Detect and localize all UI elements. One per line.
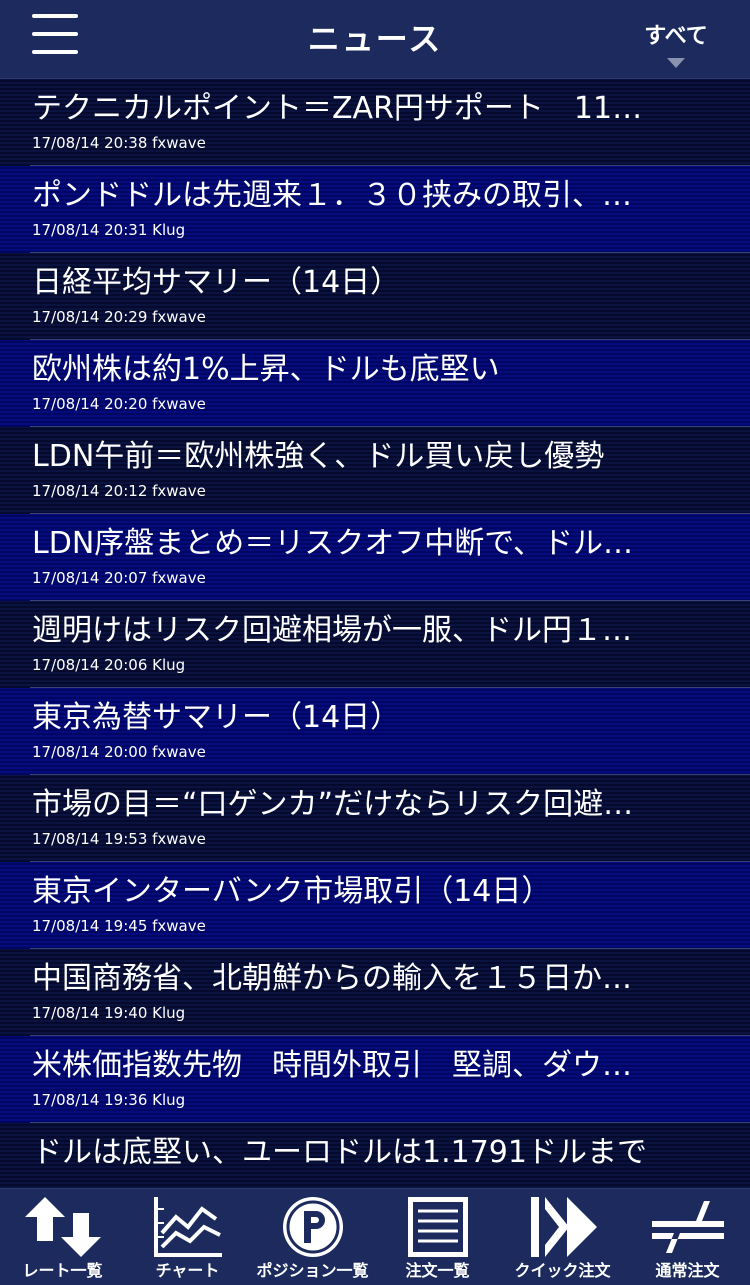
news-title: ドルは底堅い、ユーロドルは1.1791ドルまで [32, 1135, 647, 1170]
news-meta: 17/08/14 19:36 Klug [32, 1091, 186, 1109]
news-item[interactable]: 東京為替サマリー（14日） 17/08/14 20:00 fxwave [0, 688, 750, 775]
filter-label: すべて [644, 24, 708, 49]
news-title: 東京インターバンク市場取引（14日） [32, 874, 552, 909]
news-item[interactable]: 中国商務省、北朝鮮からの輸入を１５日か… 17/08/14 19:40 Klug [0, 949, 750, 1036]
news-list[interactable]: テクニカルポイント＝ZAR円サポート 11… 17/08/14 20:38 fxw… [0, 79, 750, 1188]
news-item[interactable]: 欧州株は約1%上昇、ドルも底堅い 17/08/14 20:20 fxwave [0, 340, 750, 427]
tab-label: レート一覧 [22, 1261, 103, 1280]
news-title: LDN午前＝欧州株強く、ドル買い戻し優勢 [32, 439, 605, 474]
news-title: 市場の目＝“口ゲンカ”だけならリスク回避… [32, 787, 634, 822]
rate-list-arrows-icon [24, 1197, 101, 1257]
news-title: 中国商務省、北朝鮮からの輸入を１５日か… [32, 961, 632, 996]
news-title: 日経平均サマリー（14日） [32, 265, 401, 300]
news-title: テクニカルポイント＝ZAR円サポート 11… [32, 91, 643, 126]
news-title: 東京為替サマリー（14日） [32, 700, 401, 735]
order-list-icon [407, 1197, 468, 1257]
news-meta: 17/08/14 20:00 fxwave [32, 743, 206, 761]
chart-icon [153, 1197, 222, 1257]
news-meta: 17/08/14 20:31 Klug [32, 221, 186, 239]
filter-dropdown[interactable]: すべて [636, 18, 716, 68]
app-header: ニュース すべて [0, 0, 750, 79]
news-item[interactable]: ポンドドルは先週来１．３０挟みの取引、… 17/08/14 20:31 Klug [0, 166, 750, 253]
news-item[interactable]: ドルは底堅い、ユーロドルは1.1791ドルまで [0, 1123, 750, 1188]
news-meta: 17/08/14 19:53 fxwave [32, 830, 206, 848]
tab-position-list[interactable]: ポジション一覧 [250, 1189, 375, 1285]
news-meta: 17/08/14 20:06 Klug [32, 656, 186, 674]
tab-label: クイック注文 [514, 1261, 611, 1280]
news-title: ポンドドルは先週来１．３０挟みの取引、… [32, 178, 632, 213]
tab-chart[interactable]: チャート [125, 1189, 250, 1285]
news-meta: 17/08/14 20:20 fxwave [32, 395, 206, 413]
tab-order-list[interactable]: 注文一覧 [375, 1189, 500, 1285]
news-meta: 17/08/14 20:38 fxwave [32, 134, 206, 152]
news-title: 欧州株は約1%上昇、ドルも底堅い [32, 352, 500, 387]
news-item[interactable]: 米株価指数先物 時間外取引 堅調、ダウ… 17/08/14 19:36 Klug [0, 1036, 750, 1123]
dropdown-arrow-icon [667, 58, 685, 68]
bottom-tab-bar: レート一覧 チャート ポジション一覧 注文一覧 クイック注文 通常注文 [0, 1188, 750, 1285]
news-meta: 17/08/14 20:07 fxwave [32, 569, 206, 587]
tab-label: 通常注文 [655, 1261, 720, 1280]
normal-order-icon [651, 1201, 724, 1253]
position-p-icon [282, 1197, 343, 1257]
news-title: LDN序盤まとめ＝リスクオフ中断で、ドル… [32, 526, 634, 561]
tab-quick-order[interactable]: クイック注文 [500, 1189, 625, 1285]
tab-label: ポジション一覧 [256, 1261, 369, 1280]
news-item[interactable]: 週明けはリスク回避相場が一服、ドル円１… 17/08/14 20:06 Klug [0, 601, 750, 688]
news-item[interactable]: 市場の目＝“口ゲンカ”だけならリスク回避… 17/08/14 19:53 fxwa… [0, 775, 750, 862]
news-meta: 17/08/14 19:40 Klug [32, 1004, 186, 1022]
news-item[interactable]: 東京インターバンク市場取引（14日） 17/08/14 19:45 fxwave [0, 862, 750, 949]
news-item[interactable]: テクニカルポイント＝ZAR円サポート 11… 17/08/14 20:38 fxw… [0, 79, 750, 166]
news-item[interactable]: LDN序盤まとめ＝リスクオフ中断で、ドル… 17/08/14 20:07 fxwa… [0, 514, 750, 601]
news-meta: 17/08/14 20:12 fxwave [32, 482, 206, 500]
news-title: 米株価指数先物 時間外取引 堅調、ダウ… [32, 1048, 632, 1083]
news-title: 週明けはリスク回避相場が一服、ドル円１… [32, 613, 632, 648]
quick-order-icon [530, 1197, 597, 1257]
news-meta: 17/08/14 19:45 fxwave [32, 917, 206, 935]
news-item[interactable]: LDN午前＝欧州株強く、ドル買い戻し優勢 17/08/14 20:12 fxwav… [0, 427, 750, 514]
tab-normal-order[interactable]: 通常注文 [625, 1189, 750, 1285]
news-item[interactable]: 日経平均サマリー（14日） 17/08/14 20:29 fxwave [0, 253, 750, 340]
tab-rate-list[interactable]: レート一覧 [0, 1189, 125, 1285]
tab-label: チャート [155, 1261, 220, 1280]
news-meta: 17/08/14 20:29 fxwave [32, 308, 206, 326]
tab-label: 注文一覧 [405, 1261, 470, 1280]
